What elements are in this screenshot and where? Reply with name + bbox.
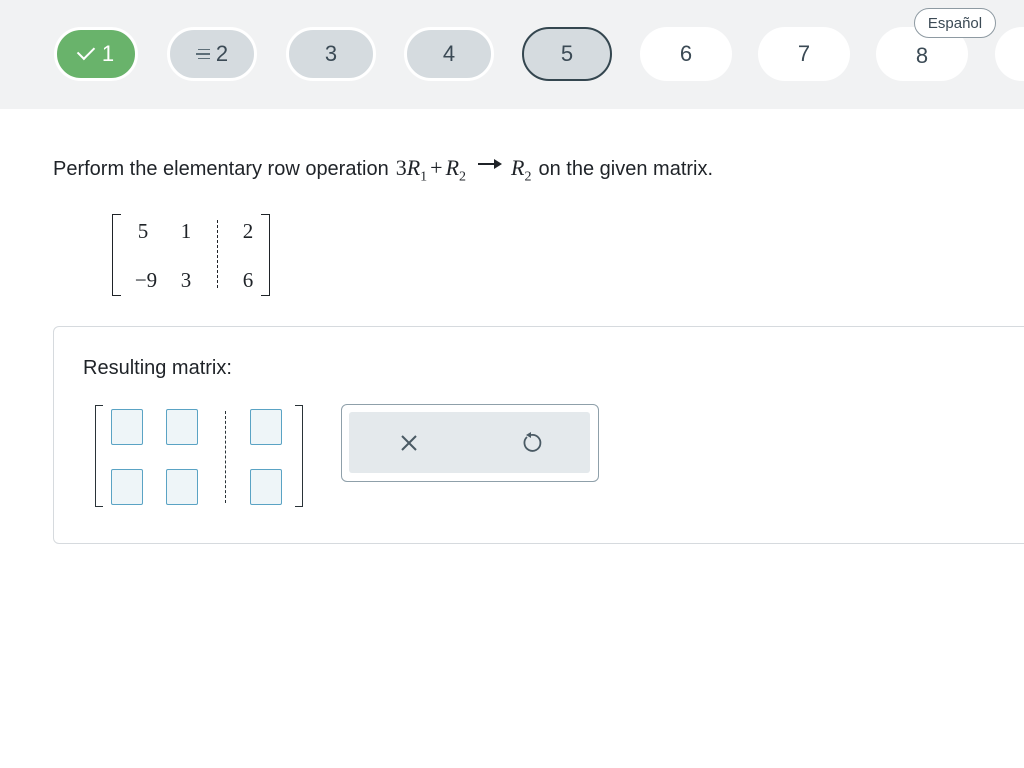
question-6-button[interactable]: 6 <box>640 27 732 81</box>
answer-input-r2c1[interactable] <box>111 469 143 505</box>
clear-button[interactable] <box>379 412 439 473</box>
right-bracket <box>295 405 303 507</box>
visited-lines-icon <box>195 48 210 60</box>
given-matrix: 5 1 2 −9 3 6 <box>112 214 270 296</box>
question-nav-bar: 1 2 3 4 5 6 7 8 Español <box>0 0 1024 109</box>
question-5-button[interactable]: 5 <box>522 27 612 81</box>
matrix-cell-r2c3: 6 <box>242 268 254 292</box>
matrix-cell-r1c2: 1 <box>180 219 192 243</box>
row-operation: 3R1 + R2 R2 <box>395 155 532 185</box>
check-icon <box>76 41 96 61</box>
augment-divider <box>217 220 218 288</box>
matrix-cell-r1c3: 2 <box>242 219 254 243</box>
answer-input-r1c1[interactable] <box>111 409 143 445</box>
matrix-cell-r1c1: 5 <box>137 219 149 243</box>
question-2-button[interactable]: 2 <box>167 27 257 81</box>
answer-panel: Resulting matrix: <box>53 326 1024 544</box>
answer-label: Resulting matrix: <box>83 357 232 379</box>
answer-matrix <box>95 405 303 509</box>
answer-input-r2c2[interactable] <box>166 469 198 505</box>
question-3-button[interactable]: 3 <box>286 27 376 81</box>
answer-input-r1c2[interactable] <box>166 409 198 445</box>
close-icon <box>401 434 417 451</box>
augment-divider <box>225 411 226 503</box>
question-1-button[interactable]: 1 <box>54 27 138 81</box>
arrow-right-icon <box>477 158 502 169</box>
answer-input-r1c3[interactable] <box>250 409 282 445</box>
question-4-button[interactable]: 4 <box>404 27 494 81</box>
question-next-button-partial[interactable] <box>995 27 1024 81</box>
language-toggle-button[interactable]: Español <box>914 8 996 38</box>
reset-button[interactable] <box>501 412 561 473</box>
left-bracket <box>95 405 103 507</box>
matrix-cell-r2c1: −9 <box>134 268 158 292</box>
matrix-cell-r2c2: 3 <box>180 268 192 292</box>
answer-input-r2c3[interactable] <box>250 469 282 505</box>
left-bracket <box>112 214 121 296</box>
prompt-prefix: Perform the elementary row operation <box>53 158 389 180</box>
prompt-suffix: on the given matrix. <box>538 158 714 180</box>
undo-icon <box>523 431 542 452</box>
answer-tools <box>341 404 599 482</box>
question-prompt: Perform the elementary row operation 3R1… <box>53 155 713 185</box>
question-7-button[interactable]: 7 <box>758 27 850 81</box>
